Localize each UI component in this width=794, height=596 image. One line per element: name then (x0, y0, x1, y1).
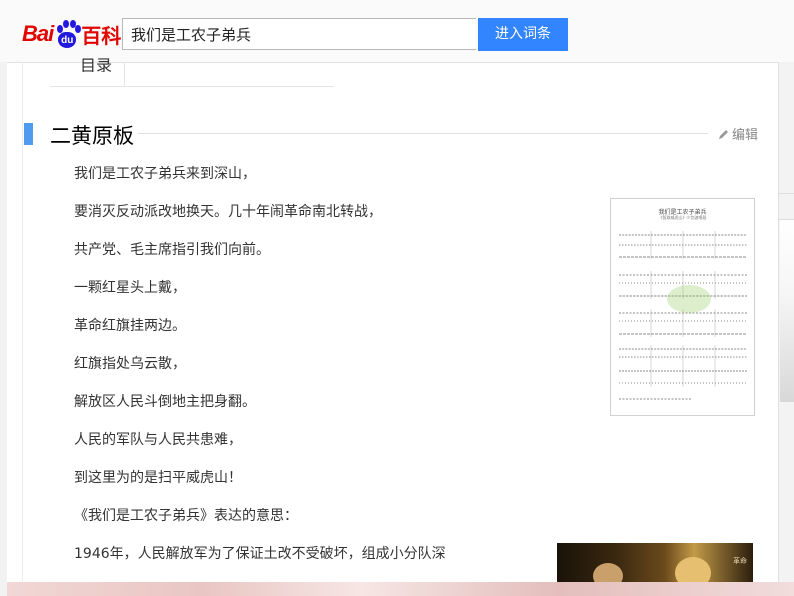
toc-divider (124, 62, 125, 86)
lyric-line: 革命红旗挂两边。 (74, 318, 186, 334)
lyric-line: 《我们是工农子弟兵》表达的意思： (74, 508, 298, 524)
lyric-line: 一颗红星头上戴， (74, 280, 186, 296)
paw-icon: du (54, 19, 82, 49)
photo-caption: 革命 (733, 557, 747, 565)
lyric-line: 共产党、毛主席指引我们向前。 (74, 242, 270, 258)
sheet-music-image[interactable]: 我们是工农子弟兵 《智取威虎山》少剑波唱段 (610, 198, 755, 416)
edit-label: 编辑 (732, 128, 759, 143)
toc-box (50, 62, 334, 87)
logo-text-bai: Bai (22, 21, 54, 46)
lyric-line: 要消灭反动派改地换天。几十年闹革命南北转战， (74, 204, 382, 220)
section-rule (138, 133, 708, 134)
lyric-line: 人民的军队与人民共患难， (74, 432, 242, 448)
left-divider (22, 62, 23, 582)
section-accent-bar (24, 123, 33, 145)
paragraph-line: 1946年，人民解放军为了保证土改不受破坏，组成小分队深 (74, 546, 446, 562)
bottom-strip (7, 582, 794, 596)
stage-photo[interactable]: 革命 (557, 543, 753, 583)
lyric-line: 我们是工农子弟兵来到深山， (74, 166, 256, 182)
top-bar: Bai du 百科 进入词条 (0, 0, 794, 63)
edit-link[interactable]: 编辑 (718, 124, 758, 143)
logo-text-du: du (58, 32, 77, 48)
baidu-baike-logo[interactable]: Bai du 百科 (22, 17, 121, 51)
right-sidebar-panel (780, 220, 794, 402)
sheet-music-notation (619, 231, 747, 400)
right-sidebar-separator (779, 193, 794, 194)
search-input[interactable] (122, 18, 476, 50)
enter-entry-button[interactable]: 进入词条 (478, 18, 568, 51)
lyric-line: 解放区人民斗倒地主把身翻。 (74, 394, 256, 410)
photo-figure (675, 557, 711, 583)
lyric-line: 红旗指处乌云散， (74, 356, 186, 372)
lyric-line: 到这里为的是扫平威虎山！ (74, 470, 242, 486)
section-title: 二黄原板 (50, 124, 134, 148)
logo-text-baike: 百科 (81, 23, 122, 48)
left-scroll-rail (0, 62, 7, 596)
pencil-icon (719, 129, 728, 139)
photo-figure (593, 563, 623, 583)
